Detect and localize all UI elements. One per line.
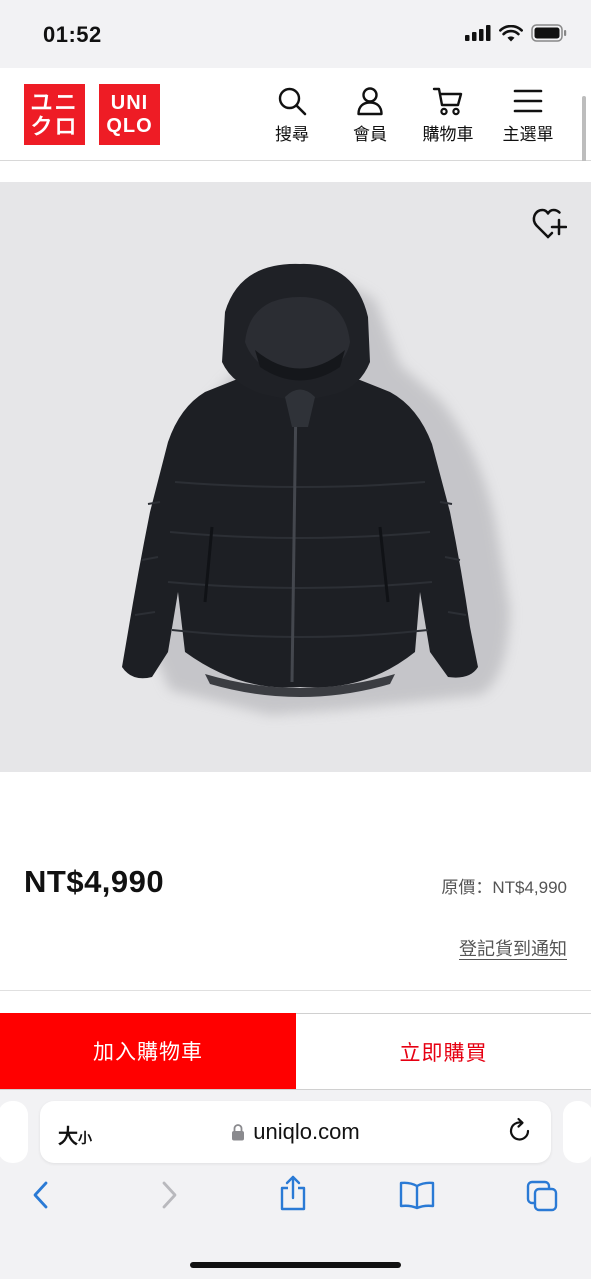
logo-line-1: UNI xyxy=(110,91,149,114)
nav-menu[interactable]: 主選單 xyxy=(493,86,563,145)
address-bar[interactable]: 大小 uniqlo.com xyxy=(40,1101,551,1163)
url-text: uniqlo.com xyxy=(253,1119,360,1144)
logo-line-1: ユニ xyxy=(30,89,79,115)
status-bar: 01:52 xyxy=(0,0,591,68)
tabs-icon[interactable] xyxy=(526,1180,558,1212)
purchase-action-bar: 加入購物車 立即購買 xyxy=(0,1013,591,1090)
product-image[interactable] xyxy=(0,182,591,772)
back-icon[interactable] xyxy=(30,1180,52,1210)
uniqlo-katakana-logo[interactable]: ユニ クロ xyxy=(24,84,85,145)
battery-icon xyxy=(531,24,567,42)
browser-toolbar xyxy=(0,1175,591,1220)
previous-tab-pill[interactable] xyxy=(0,1101,28,1163)
browser-chrome: 大小 uniqlo.com xyxy=(0,1090,591,1279)
nav-member[interactable]: 會員 xyxy=(335,86,405,145)
wifi-icon xyxy=(499,24,523,41)
add-favorite-button[interactable] xyxy=(531,206,568,242)
status-time: 01:52 xyxy=(43,22,102,47)
uniqlo-latin-logo[interactable]: UNI QLO xyxy=(99,84,160,145)
search-icon xyxy=(278,87,307,116)
signal-icon xyxy=(465,25,491,41)
cart-icon xyxy=(432,87,463,116)
nav-search[interactable]: 搜尋 xyxy=(257,86,327,145)
hamburger-menu-icon xyxy=(513,89,543,113)
reload-button[interactable] xyxy=(507,1117,533,1150)
price-section: NT$4,990 原價：NT$4,990 登記貨到通知 xyxy=(0,772,591,991)
nav-search-label: 搜尋 xyxy=(275,125,309,144)
section-spacer xyxy=(0,991,591,1013)
original-price: 原價：NT$4,990 xyxy=(441,878,567,897)
share-icon[interactable] xyxy=(278,1174,308,1212)
buy-now-button[interactable]: 立即購買 xyxy=(296,1013,591,1089)
sale-price: NT$4,990 xyxy=(24,864,165,899)
nav-cart-label: 購物車 xyxy=(422,125,474,144)
url-display[interactable]: uniqlo.com xyxy=(40,1119,551,1145)
nav-menu-label: 主選單 xyxy=(502,125,554,144)
site-header: ユニ クロ UNI QLO 搜尋 會員 購物車 主選單 xyxy=(0,68,591,161)
home-indicator[interactable] xyxy=(190,1262,401,1268)
status-icons xyxy=(465,24,567,42)
logo-line-2: QLO xyxy=(106,114,153,137)
reload-icon xyxy=(509,1117,530,1141)
restock-notify-link[interactable]: 登記貨到通知 xyxy=(459,935,567,961)
bookmarks-icon[interactable] xyxy=(399,1180,435,1210)
down-jacket-image xyxy=(122,263,510,715)
logo-line-2: クロ xyxy=(30,113,79,139)
add-to-cart-button[interactable]: 加入購物車 xyxy=(0,1013,296,1089)
white-gap xyxy=(0,161,591,182)
forward-icon[interactable] xyxy=(158,1180,180,1210)
nav-member-label: 會員 xyxy=(353,125,387,144)
user-icon xyxy=(357,87,383,116)
heart-plus-icon xyxy=(532,208,568,239)
lock-icon xyxy=(232,1124,245,1141)
nav-cart[interactable]: 購物車 xyxy=(413,86,483,145)
next-tab-pill[interactable] xyxy=(563,1101,591,1163)
